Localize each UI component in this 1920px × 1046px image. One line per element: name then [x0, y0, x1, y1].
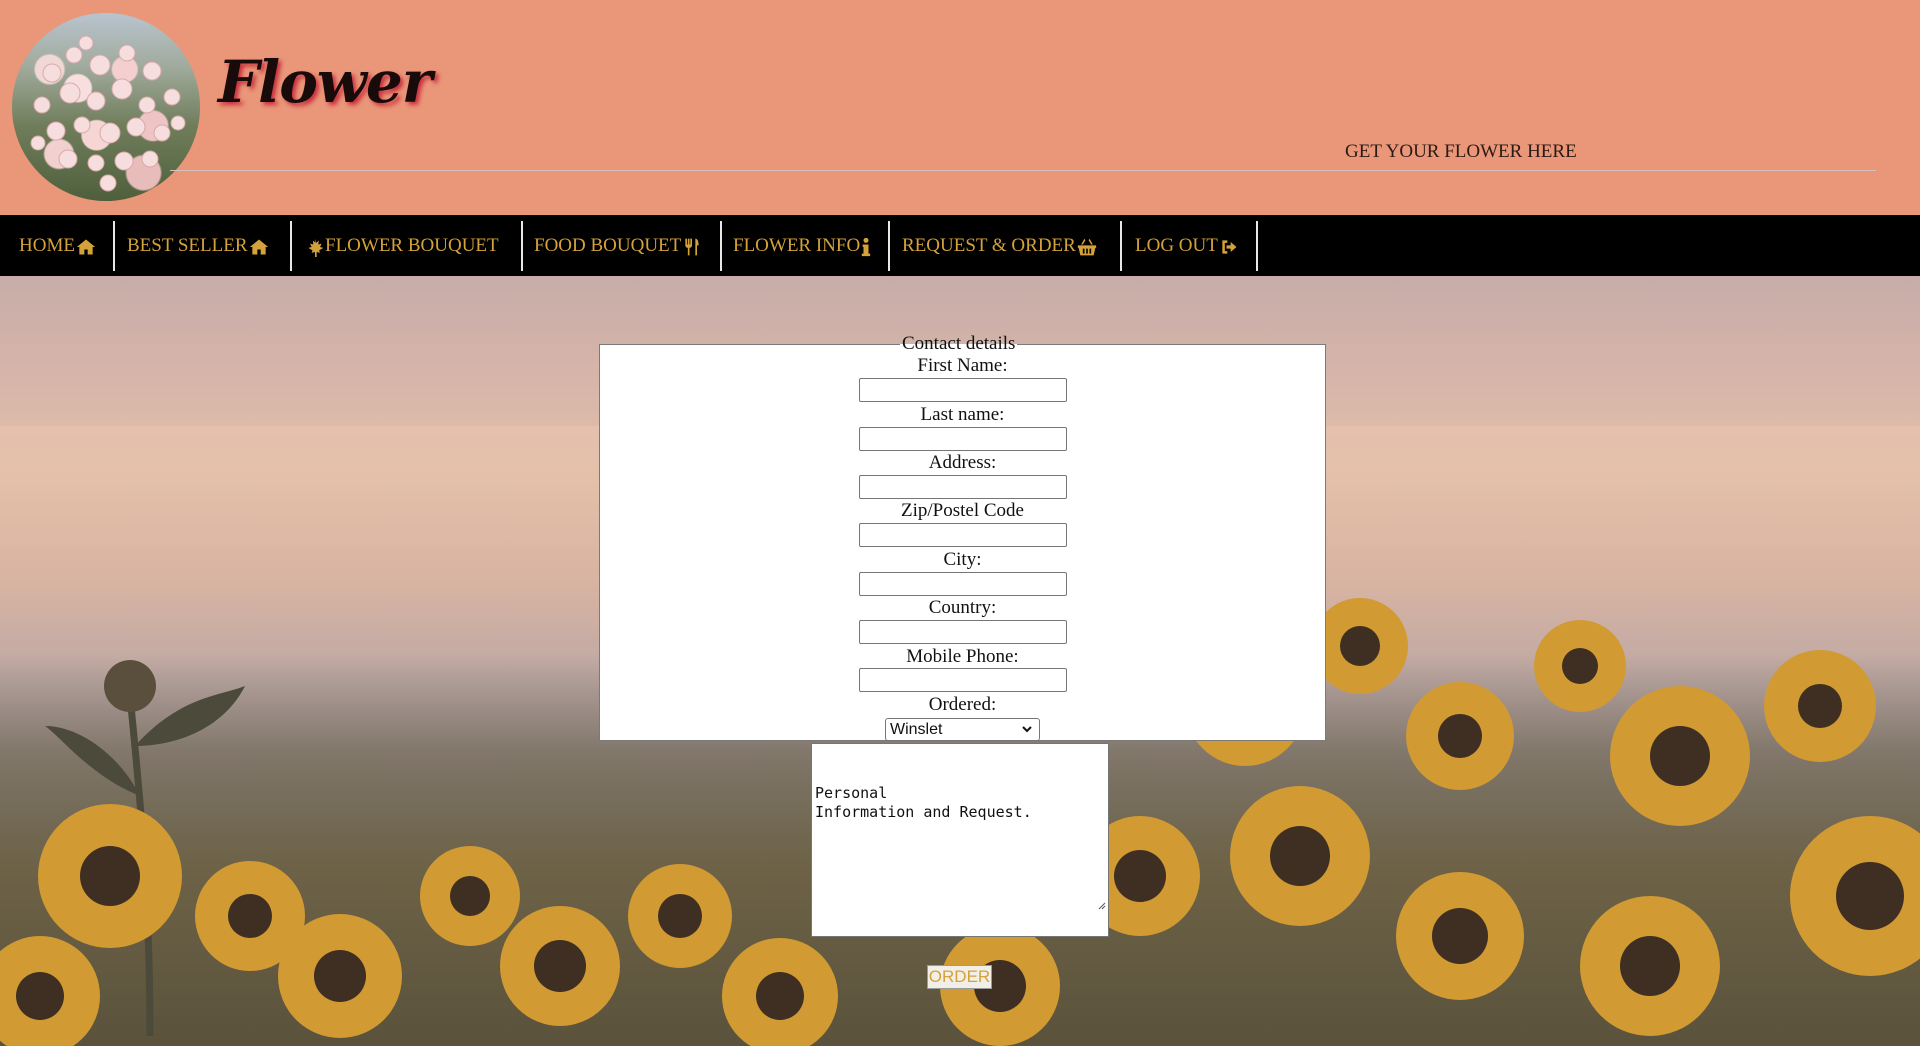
ordered-select[interactable]: Winslet [885, 718, 1040, 741]
tagline: GET YOUR FLOWER HERE [1345, 141, 1577, 162]
chevron-down-icon [1021, 722, 1033, 741]
mobile-phone-label: Mobile Phone: [906, 646, 1019, 667]
nav-item-request-order[interactable]: REQUEST & ORDER [890, 221, 1122, 271]
site-header: Flower GET YOUR FLOWER HERE [0, 0, 1920, 215]
last-name-input[interactable] [859, 427, 1067, 451]
request-textarea-text: Personal Information and Request. [815, 784, 1032, 821]
header-divider [170, 170, 1876, 171]
flower-logo [12, 13, 200, 201]
contact-details-legend: Contact details [902, 333, 1016, 354]
rose-bush-image [30, 35, 186, 192]
nav-item-home[interactable]: HOME [0, 221, 115, 271]
nav-item-label: HOME [19, 235, 75, 256]
country-label: Country: [928, 597, 997, 618]
address-input[interactable] [859, 475, 1067, 499]
ordered-select-value: Winslet [890, 720, 943, 738]
zip-code-input[interactable] [859, 523, 1067, 547]
city-input[interactable] [859, 572, 1067, 596]
home-icon [76, 235, 96, 257]
info-icon [861, 235, 871, 257]
basket-icon [1077, 235, 1097, 257]
ordered-label: Ordered: [928, 694, 997, 715]
order-button[interactable]: ORDER [927, 965, 992, 989]
country-input[interactable] [859, 620, 1067, 644]
nav-item-food-bouquet[interactable]: FOOD BOUQUET [523, 221, 722, 271]
city-label: City: [943, 549, 982, 570]
nav-item-label: FLOWER BOUQUET [325, 235, 499, 256]
first-name-label: First Name: [917, 355, 1008, 376]
mobile-phone-input[interactable] [859, 668, 1067, 692]
nav-item-best-seller[interactable]: BEST SELLER [115, 221, 292, 271]
main-nav: HOME BEST SELLER FLOWER BOUQUET FOOD BOU… [0, 215, 1920, 276]
last-name-label: Last name: [920, 404, 1005, 425]
nav-item-label: FLOWER INFO [733, 235, 861, 256]
nav-item-label: BEST SELLER [127, 235, 248, 256]
nav-item-label: REQUEST & ORDER [902, 235, 1076, 256]
home-icon [249, 235, 269, 257]
nav-item-label: FOOD BOUQUET [534, 235, 682, 256]
zip-code-label: Zip/Postel Code [901, 500, 1024, 521]
request-textarea[interactable]: Personal Information and Request. [811, 743, 1109, 937]
nav-item-flower-bouquet[interactable]: FLOWER BOUQUET [292, 221, 523, 271]
nav-item-log-out[interactable]: LOG OUT [1122, 221, 1258, 271]
address-label: Address: [928, 452, 997, 473]
sign-out-icon [1219, 235, 1239, 257]
leaf-icon [305, 235, 325, 257]
resize-grip-icon[interactable] [1060, 877, 1106, 934]
utensils-icon [682, 235, 702, 257]
first-name-input[interactable] [859, 378, 1067, 402]
nav-item-flower-info[interactable]: FLOWER INFO [722, 221, 890, 271]
nav-item-label: LOG OUT [1135, 235, 1218, 256]
brand-title: Flower [218, 48, 432, 116]
